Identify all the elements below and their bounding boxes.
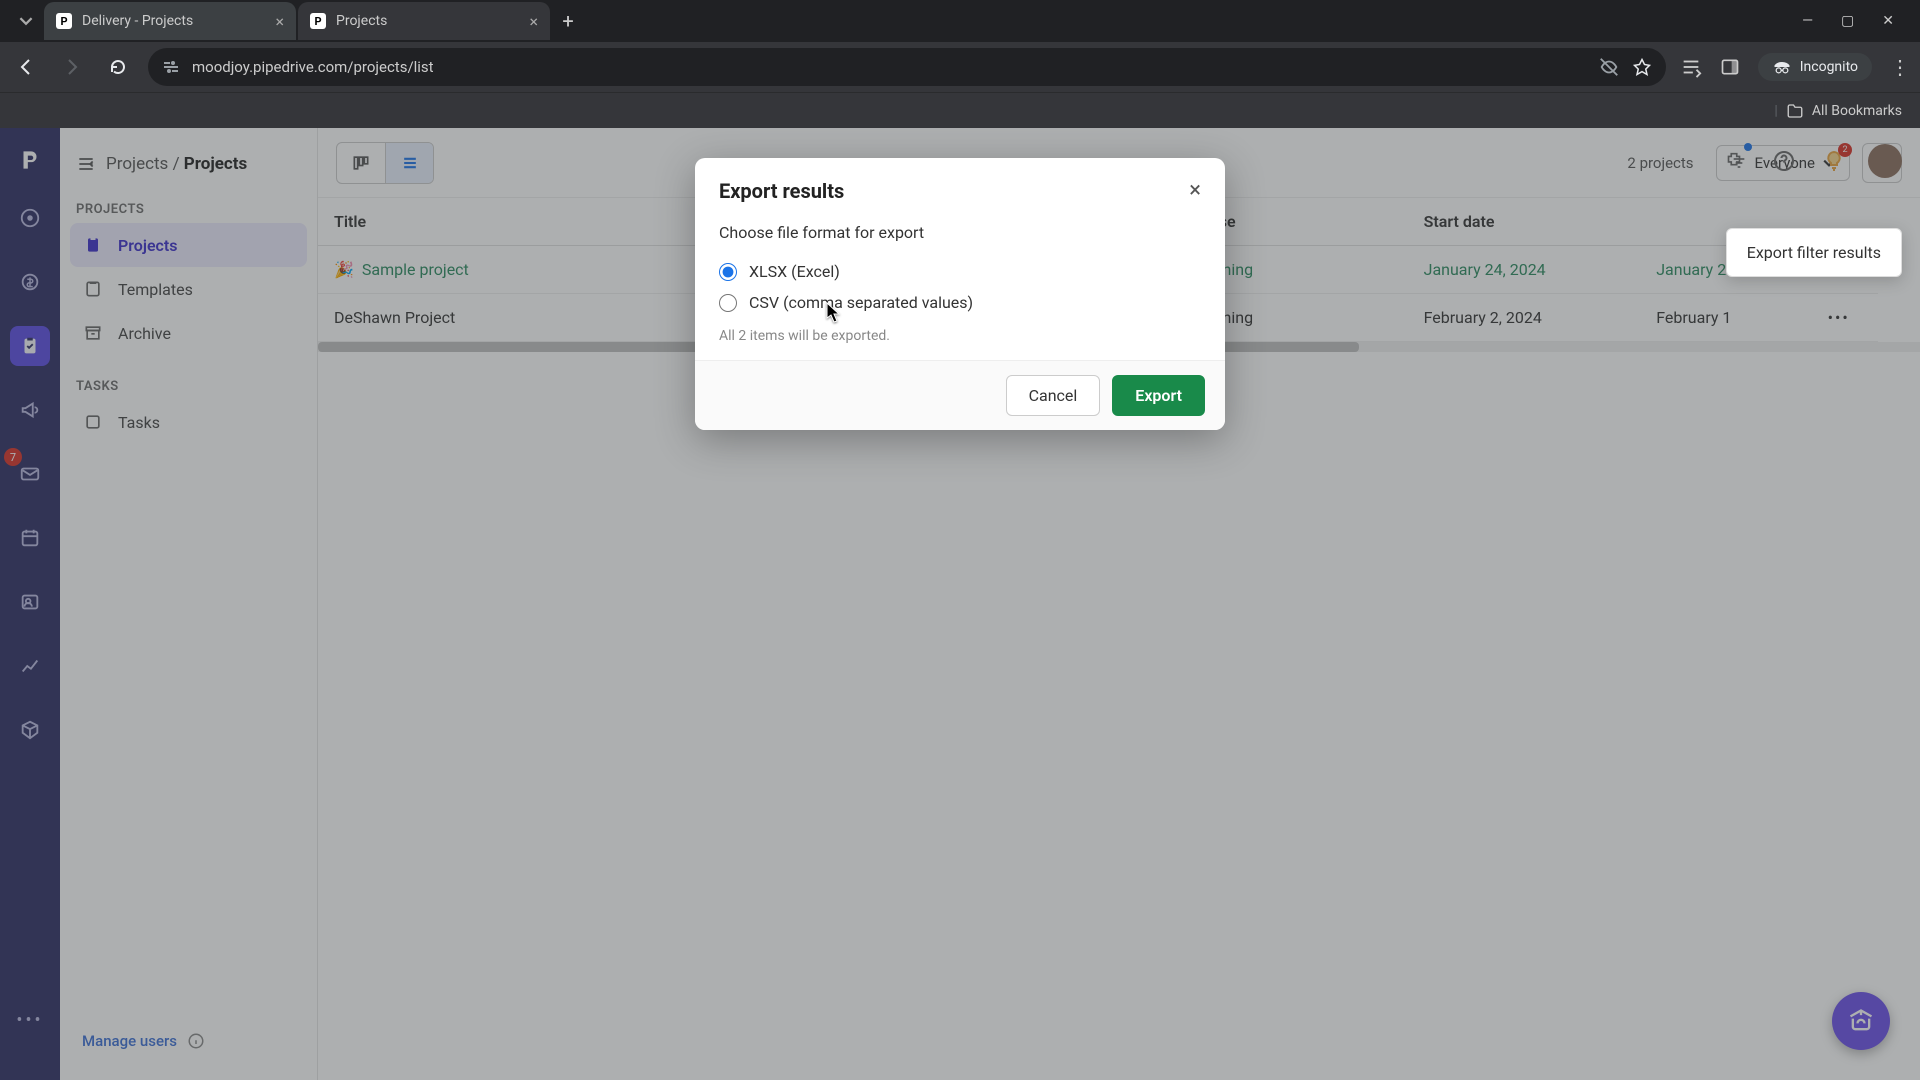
- export-hint: All 2 items will be exported.: [719, 328, 1201, 344]
- maximize-icon[interactable]: ▢: [1841, 13, 1854, 29]
- new-tab-button[interactable]: +: [552, 9, 584, 33]
- export-button[interactable]: Export: [1112, 375, 1205, 416]
- browser-tab-0[interactable]: P Delivery - Projects ×: [44, 2, 296, 40]
- export-results-modal: Export results × Choose file format for …: [695, 158, 1225, 430]
- radio-xlsx-label: XLSX (Excel): [749, 262, 840, 281]
- tab-favicon: P: [56, 13, 72, 29]
- incognito-label: Incognito: [1800, 59, 1858, 75]
- modal-title: Export results: [719, 179, 844, 203]
- folder-icon: [1786, 102, 1804, 120]
- tab-bar: P Delivery - Projects × P Projects × + ―…: [0, 0, 1920, 42]
- export-filter-label: Export filter results: [1747, 243, 1881, 262]
- cancel-button[interactable]: Cancel: [1006, 375, 1101, 416]
- modal-close-button[interactable]: ×: [1189, 178, 1201, 203]
- tab-search-dropdown[interactable]: [8, 3, 44, 39]
- tab-title: Delivery - Projects: [82, 13, 265, 29]
- reload-button[interactable]: [102, 51, 134, 83]
- back-button[interactable]: [10, 51, 42, 83]
- tab-close-icon[interactable]: ×: [275, 12, 284, 31]
- modal-prompt: Choose file format for export: [719, 223, 1201, 242]
- radio-xlsx-input[interactable]: [719, 263, 737, 281]
- radio-csv[interactable]: CSV (comma separated values): [719, 287, 1201, 318]
- cursor-icon: [826, 302, 844, 326]
- window-controls: ― ▢ ✕: [1802, 13, 1912, 29]
- address-bar: moodjoy.pipedrive.com/projects/list Inco…: [0, 42, 1920, 92]
- browser-menu-icon[interactable]: ⋮: [1890, 55, 1910, 79]
- browser-chrome: P Delivery - Projects × P Projects × + ―…: [0, 0, 1920, 128]
- incognito-badge[interactable]: Incognito: [1758, 53, 1872, 81]
- site-settings-icon[interactable]: [162, 58, 180, 76]
- bookmark-star-icon[interactable]: [1632, 57, 1652, 77]
- radio-csv-input[interactable]: [719, 294, 737, 312]
- tab-favicon: P: [310, 13, 326, 29]
- toolbar-icons: Incognito ⋮: [1680, 53, 1910, 81]
- export-filter-popover[interactable]: Export filter results: [1726, 228, 1902, 277]
- all-bookmarks-link[interactable]: All Bookmarks: [1812, 103, 1902, 119]
- reading-list-icon[interactable]: [1680, 56, 1702, 78]
- tab-title: Projects: [336, 13, 519, 29]
- browser-tab-1[interactable]: P Projects ×: [298, 2, 550, 40]
- eye-off-icon[interactable]: [1598, 56, 1620, 78]
- bookmarks-bar: | All Bookmarks: [0, 92, 1920, 128]
- url-input[interactable]: moodjoy.pipedrive.com/projects/list: [148, 48, 1666, 86]
- radio-xlsx[interactable]: XLSX (Excel): [719, 256, 1201, 287]
- url-text: moodjoy.pipedrive.com/projects/list: [192, 58, 1586, 76]
- minimize-icon[interactable]: ―: [1802, 13, 1813, 29]
- close-window-icon[interactable]: ✕: [1882, 13, 1894, 29]
- side-panel-icon[interactable]: [1720, 57, 1740, 77]
- radio-csv-label: CSV (comma separated values): [749, 293, 973, 312]
- forward-button[interactable]: [56, 51, 88, 83]
- tab-close-icon[interactable]: ×: [529, 12, 538, 31]
